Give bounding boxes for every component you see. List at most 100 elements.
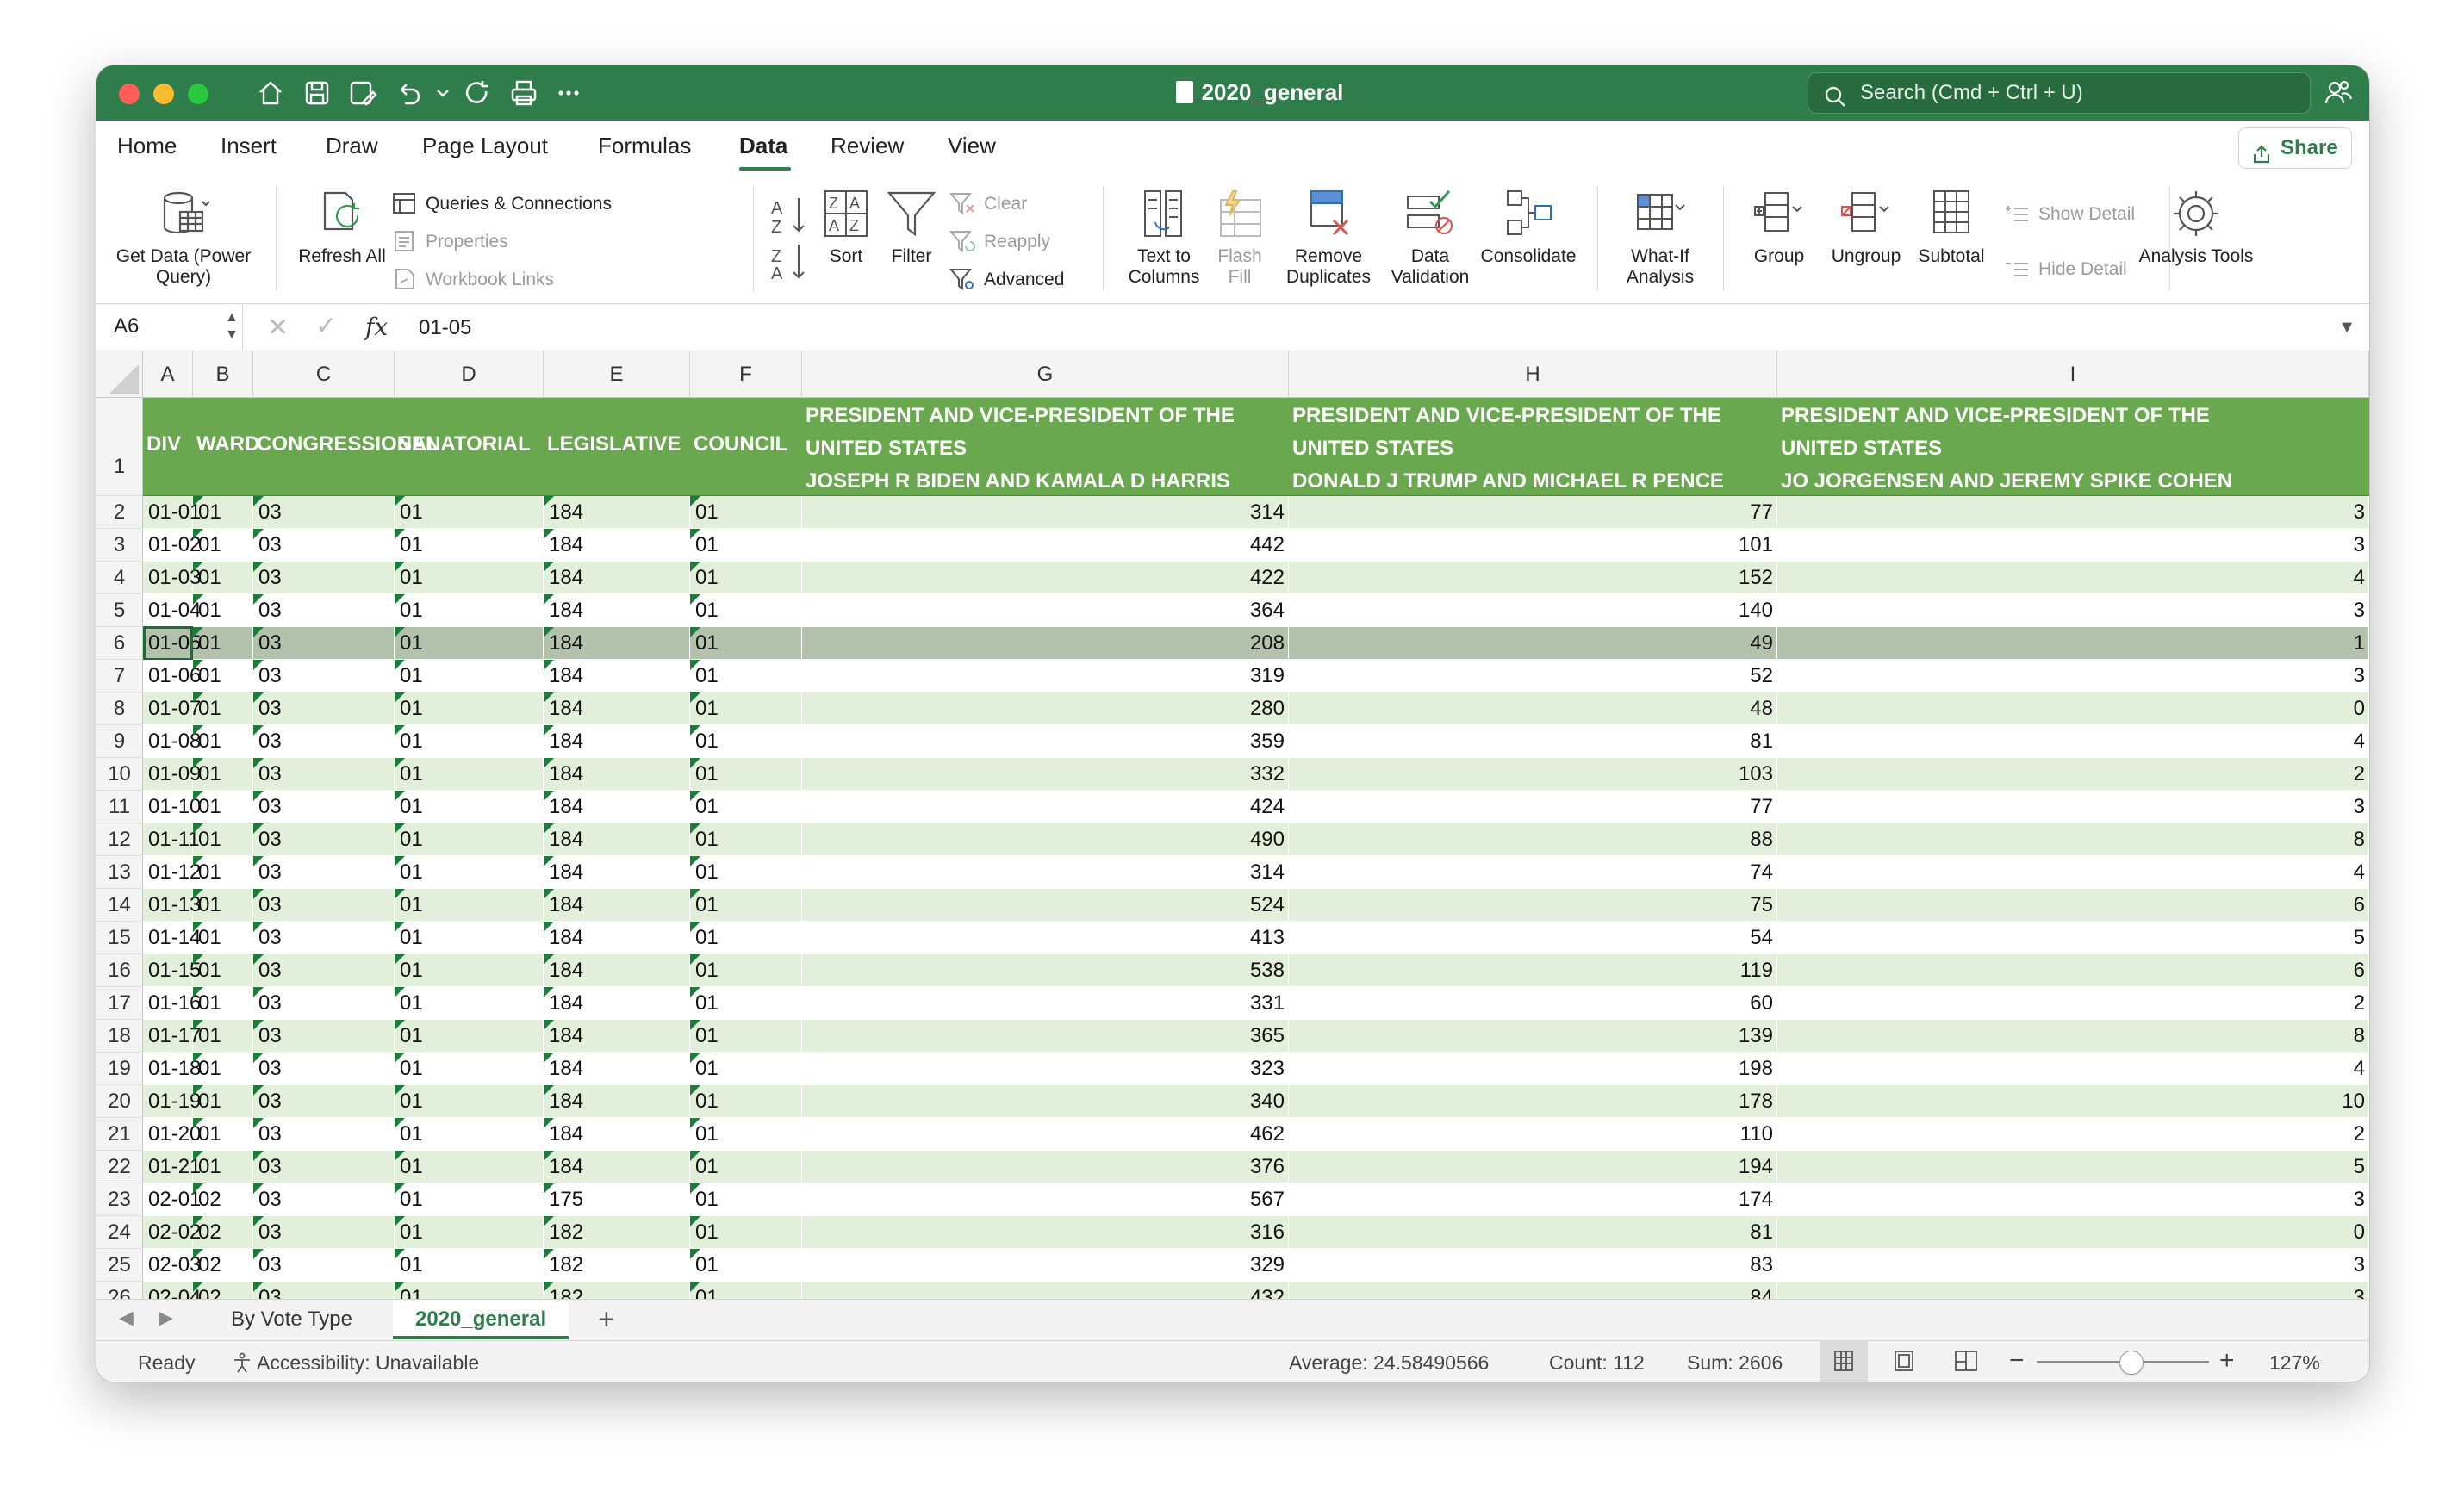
column-header-g[interactable]: G [802, 351, 1289, 398]
column-header-b[interactable]: B [193, 351, 253, 398]
cell-div[interactable]: 01-05 [143, 627, 201, 660]
text-to-columns-button[interactable]: Text to Columns [1113, 188, 1215, 288]
cell-trump-pence[interactable]: 103 [1289, 758, 1777, 791]
cell-legislative[interactable]: 184 [544, 1085, 690, 1118]
cell-congressional[interactable]: 03 [253, 856, 395, 889]
share-button[interactable]: Share [2238, 127, 2352, 169]
cell-senatorial[interactable]: 01 [395, 889, 544, 922]
cell-council[interactable]: 01 [690, 1249, 802, 1282]
cell-ward[interactable]: 01 [193, 627, 253, 660]
cell-congressional[interactable]: 03 [253, 954, 395, 987]
cell-jorgensen-cohen[interactable]: 3 [1777, 1249, 2369, 1282]
cell-trump-pence[interactable]: 101 [1289, 529, 1777, 562]
cell-legislative[interactable]: 184 [544, 1151, 690, 1183]
row-header[interactable]: 13 [96, 856, 143, 889]
row-header[interactable]: 7 [96, 660, 143, 692]
row-header[interactable]: 2 [96, 496, 143, 529]
cell-jorgensen-cohen[interactable]: 2 [1777, 1118, 2369, 1151]
cell-legislative[interactable]: 175 [544, 1183, 690, 1216]
cell-div[interactable]: 01-10 [143, 791, 201, 823]
row-header[interactable]: 21 [96, 1118, 143, 1151]
header-cell-ward[interactable]: WARD [196, 432, 259, 456]
maximize-window-button[interactable] [188, 84, 208, 104]
header-cell-legislative[interactable]: LEGISLATIVE [547, 432, 681, 456]
cell-senatorial[interactable]: 01 [395, 627, 544, 660]
cell-trump-pence[interactable]: 81 [1289, 725, 1777, 758]
zoom-level[interactable]: 127% [2269, 1351, 2320, 1375]
cell-council[interactable]: 01 [690, 791, 802, 823]
table-row[interactable]: 01-02 01 03 01 184 01 442 101 3 [143, 529, 2369, 562]
cell-jorgensen-cohen[interactable]: 1 [1777, 627, 2369, 660]
print-icon[interactable] [508, 78, 539, 109]
cell-legislative[interactable]: 182 [544, 1216, 690, 1249]
cell-council[interactable]: 01 [690, 1085, 802, 1118]
cell-biden-harris[interactable]: 462 [802, 1118, 1289, 1151]
cell-ward[interactable]: 01 [193, 562, 253, 594]
cell-legislative[interactable]: 184 [544, 496, 690, 529]
cell-congressional[interactable]: 03 [253, 496, 395, 529]
cell-senatorial[interactable]: 01 [395, 660, 544, 692]
cell-ward[interactable]: 01 [193, 1151, 253, 1183]
sort-ascending-button[interactable]: AZZA [767, 193, 810, 286]
cell-jorgensen-cohen[interactable]: 3 [1777, 791, 2369, 823]
filter-button[interactable]: Filter [882, 188, 941, 267]
cell-biden-harris[interactable]: 524 [802, 889, 1289, 922]
row-header[interactable]: 11 [96, 791, 143, 823]
cell-legislative[interactable]: 184 [544, 660, 690, 692]
zoom-slider-handle[interactable] [2119, 1351, 2144, 1375]
cell-congressional[interactable]: 03 [253, 1118, 395, 1151]
cell-jorgensen-cohen[interactable]: 5 [1777, 1151, 2369, 1183]
cell-biden-harris[interactable]: 376 [802, 1151, 1289, 1183]
cell-trump-pence[interactable]: 140 [1289, 594, 1777, 627]
add-sheet-icon[interactable]: + [598, 1303, 615, 1337]
column-header-a[interactable]: A [143, 351, 193, 398]
table-row[interactable]: 01-15 01 03 01 184 01 538 119 6 [143, 954, 2369, 987]
cell-congressional[interactable]: 03 [253, 562, 395, 594]
table-row[interactable]: 01-01 01 03 01 184 01 314 77 3 [143, 496, 2369, 529]
cell-council[interactable]: 01 [690, 496, 802, 529]
cell-div[interactable]: 01-18 [143, 1053, 201, 1085]
cell-trump-pence[interactable]: 81 [1289, 1216, 1777, 1249]
cell-jorgensen-cohen[interactable]: 4 [1777, 725, 2369, 758]
header-cell-senatorial[interactable]: SENATORIAL [398, 432, 531, 456]
cell-ward[interactable]: 01 [193, 725, 253, 758]
table-row[interactable]: 01-09 01 03 01 184 01 332 103 2 [143, 758, 2369, 791]
row-header[interactable]: 24 [96, 1216, 143, 1249]
cell-legislative[interactable]: 182 [544, 1282, 690, 1299]
cell-jorgensen-cohen[interactable]: 8 [1777, 1020, 2369, 1053]
cell-div[interactable]: 01-08 [143, 725, 201, 758]
cell-congressional[interactable]: 03 [253, 823, 395, 856]
cell-ward[interactable]: 01 [193, 889, 253, 922]
flash-fill-button[interactable]: Flash Fill [1213, 188, 1266, 288]
cell-senatorial[interactable]: 01 [395, 856, 544, 889]
cell-congressional[interactable]: 03 [253, 1249, 395, 1282]
cell-senatorial[interactable]: 01 [395, 758, 544, 791]
cell-div[interactable]: 02-02 [143, 1216, 201, 1249]
cell-trump-pence[interactable]: 84 [1289, 1282, 1777, 1299]
cell-legislative[interactable]: 184 [544, 1118, 690, 1151]
select-all-button[interactable] [96, 351, 143, 398]
cell-congressional[interactable]: 03 [253, 1151, 395, 1183]
tab-view[interactable]: View [948, 133, 996, 159]
row-header[interactable]: 17 [96, 987, 143, 1020]
cell-council[interactable]: 01 [690, 1183, 802, 1216]
cell-ward[interactable]: 01 [193, 758, 253, 791]
cell-jorgensen-cohen[interactable]: 2 [1777, 987, 2369, 1020]
cell-ward[interactable]: 01 [193, 1118, 253, 1151]
name-box[interactable]: A6 ▲ ▼ [96, 304, 243, 351]
clear-button[interactable]: Clear [949, 191, 1027, 215]
cell-legislative[interactable]: 184 [544, 594, 690, 627]
cancel-icon[interactable]: ✕ [267, 313, 289, 343]
cell-ward[interactable]: 01 [193, 594, 253, 627]
formula-input[interactable]: 01-05 [419, 316, 471, 340]
table-row[interactable]: 02-04 02 03 01 182 01 432 84 3 [143, 1282, 2369, 1299]
cell-legislative[interactable]: 184 [544, 954, 690, 987]
table-row[interactable]: 01-21 01 03 01 184 01 376 194 5 [143, 1151, 2369, 1183]
cell-ward[interactable]: 02 [193, 1249, 253, 1282]
cell-div[interactable]: 01-17 [143, 1020, 201, 1053]
cell-senatorial[interactable]: 01 [395, 791, 544, 823]
cell-legislative[interactable]: 184 [544, 529, 690, 562]
cell-senatorial[interactable]: 01 [395, 987, 544, 1020]
cell-council[interactable]: 01 [690, 1020, 802, 1053]
previous-sheet-icon[interactable]: ◀ [119, 1307, 134, 1329]
